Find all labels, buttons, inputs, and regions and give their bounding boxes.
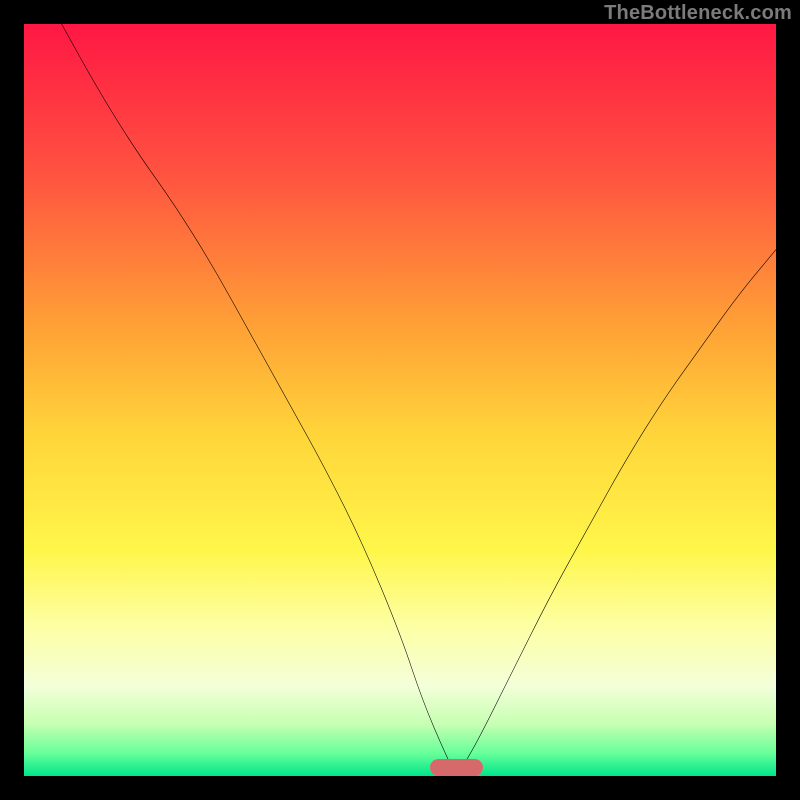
- gradient-background: [24, 24, 776, 776]
- watermark-label: TheBottleneck.com: [604, 2, 792, 25]
- optimal-zone-marker: [430, 759, 483, 776]
- plot-area: [24, 24, 776, 776]
- chart-frame: TheBottleneck.com: [0, 0, 800, 800]
